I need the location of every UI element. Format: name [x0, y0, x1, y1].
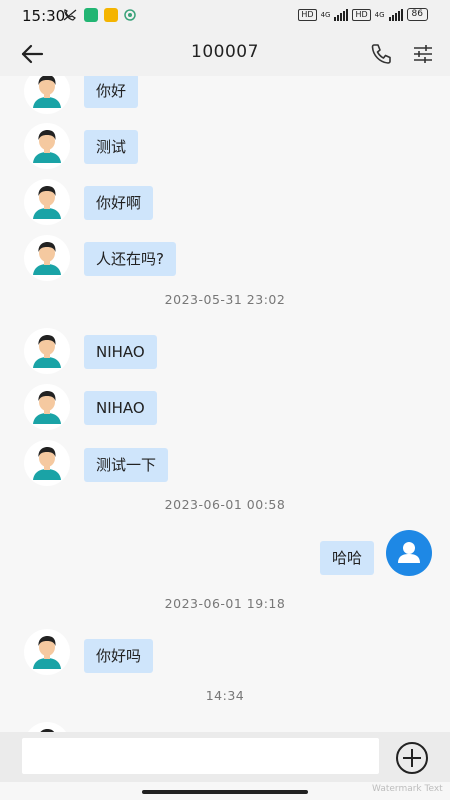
timestamp: 2023-06-01 00:58: [164, 497, 286, 512]
contact-avatar[interactable]: [24, 328, 70, 374]
contact-avatar[interactable]: [24, 384, 70, 430]
settings-sliders-icon[interactable]: [410, 41, 436, 67]
status-bar: 15:30 HD 4G HD 4G 86: [0, 0, 450, 32]
home-indicator[interactable]: [142, 790, 308, 794]
phone-icon[interactable]: [368, 41, 394, 67]
message-bubble[interactable]: 你好: [84, 76, 139, 108]
chat-header: 100007: [0, 32, 450, 76]
contact-avatar[interactable]: [24, 179, 70, 225]
shield-app-icon: [84, 8, 98, 22]
watermark: Watermark Text: [372, 784, 443, 794]
message-bubble[interactable]: 人还在吗?: [84, 242, 176, 276]
timestamp: 2023-06-01 19:18: [164, 596, 286, 611]
plus-circle-icon[interactable]: [394, 740, 430, 776]
message-bubble[interactable]: NIHAO: [84, 391, 157, 425]
hd-badge: HD: [298, 8, 317, 21]
signal-icon-2: [388, 8, 403, 21]
no-call-icon: [63, 9, 77, 21]
my-message-bubble[interactable]: 哈哈: [319, 541, 374, 575]
timestamp: 2023-05-31 23:02: [164, 292, 286, 307]
notification-icons: [62, 8, 136, 22]
message-list[interactable]: 你好 测试 你好啊 人还在吗? 2023-05-31 23:02 NIHAO N…: [0, 76, 450, 732]
message-app-icon: [104, 8, 118, 22]
app-icon: [124, 9, 136, 21]
input-bar: [0, 732, 450, 782]
user-icon: [398, 542, 420, 563]
battery-icon: 86: [406, 8, 428, 21]
contact-avatar[interactable]: [24, 722, 70, 732]
message-input[interactable]: [22, 738, 379, 774]
contact-avatar[interactable]: [24, 123, 70, 169]
message-bubble[interactable]: 你好啊: [84, 186, 154, 220]
message-bubble[interactable]: 你好吗: [84, 639, 154, 673]
my-avatar[interactable]: [386, 530, 432, 576]
signal-icon: [334, 8, 349, 21]
hd-badge-2: HD: [352, 8, 371, 21]
message-bubble[interactable]: 测试: [84, 130, 139, 164]
timestamp: 14:34: [205, 688, 245, 703]
contact-avatar[interactable]: [24, 440, 70, 486]
contact-avatar[interactable]: [24, 629, 70, 675]
message-bubble[interactable]: 测试一下: [84, 448, 169, 482]
message-bubble[interactable]: NIHAO: [84, 335, 157, 369]
contact-avatar[interactable]: [24, 235, 70, 281]
network-type-2: 4G: [374, 10, 385, 19]
contact-avatar[interactable]: [24, 76, 70, 114]
status-time: 15:30: [22, 7, 66, 25]
network-type: 4G: [320, 10, 331, 19]
system-icons: HD 4G HD 4G 86: [298, 8, 428, 21]
